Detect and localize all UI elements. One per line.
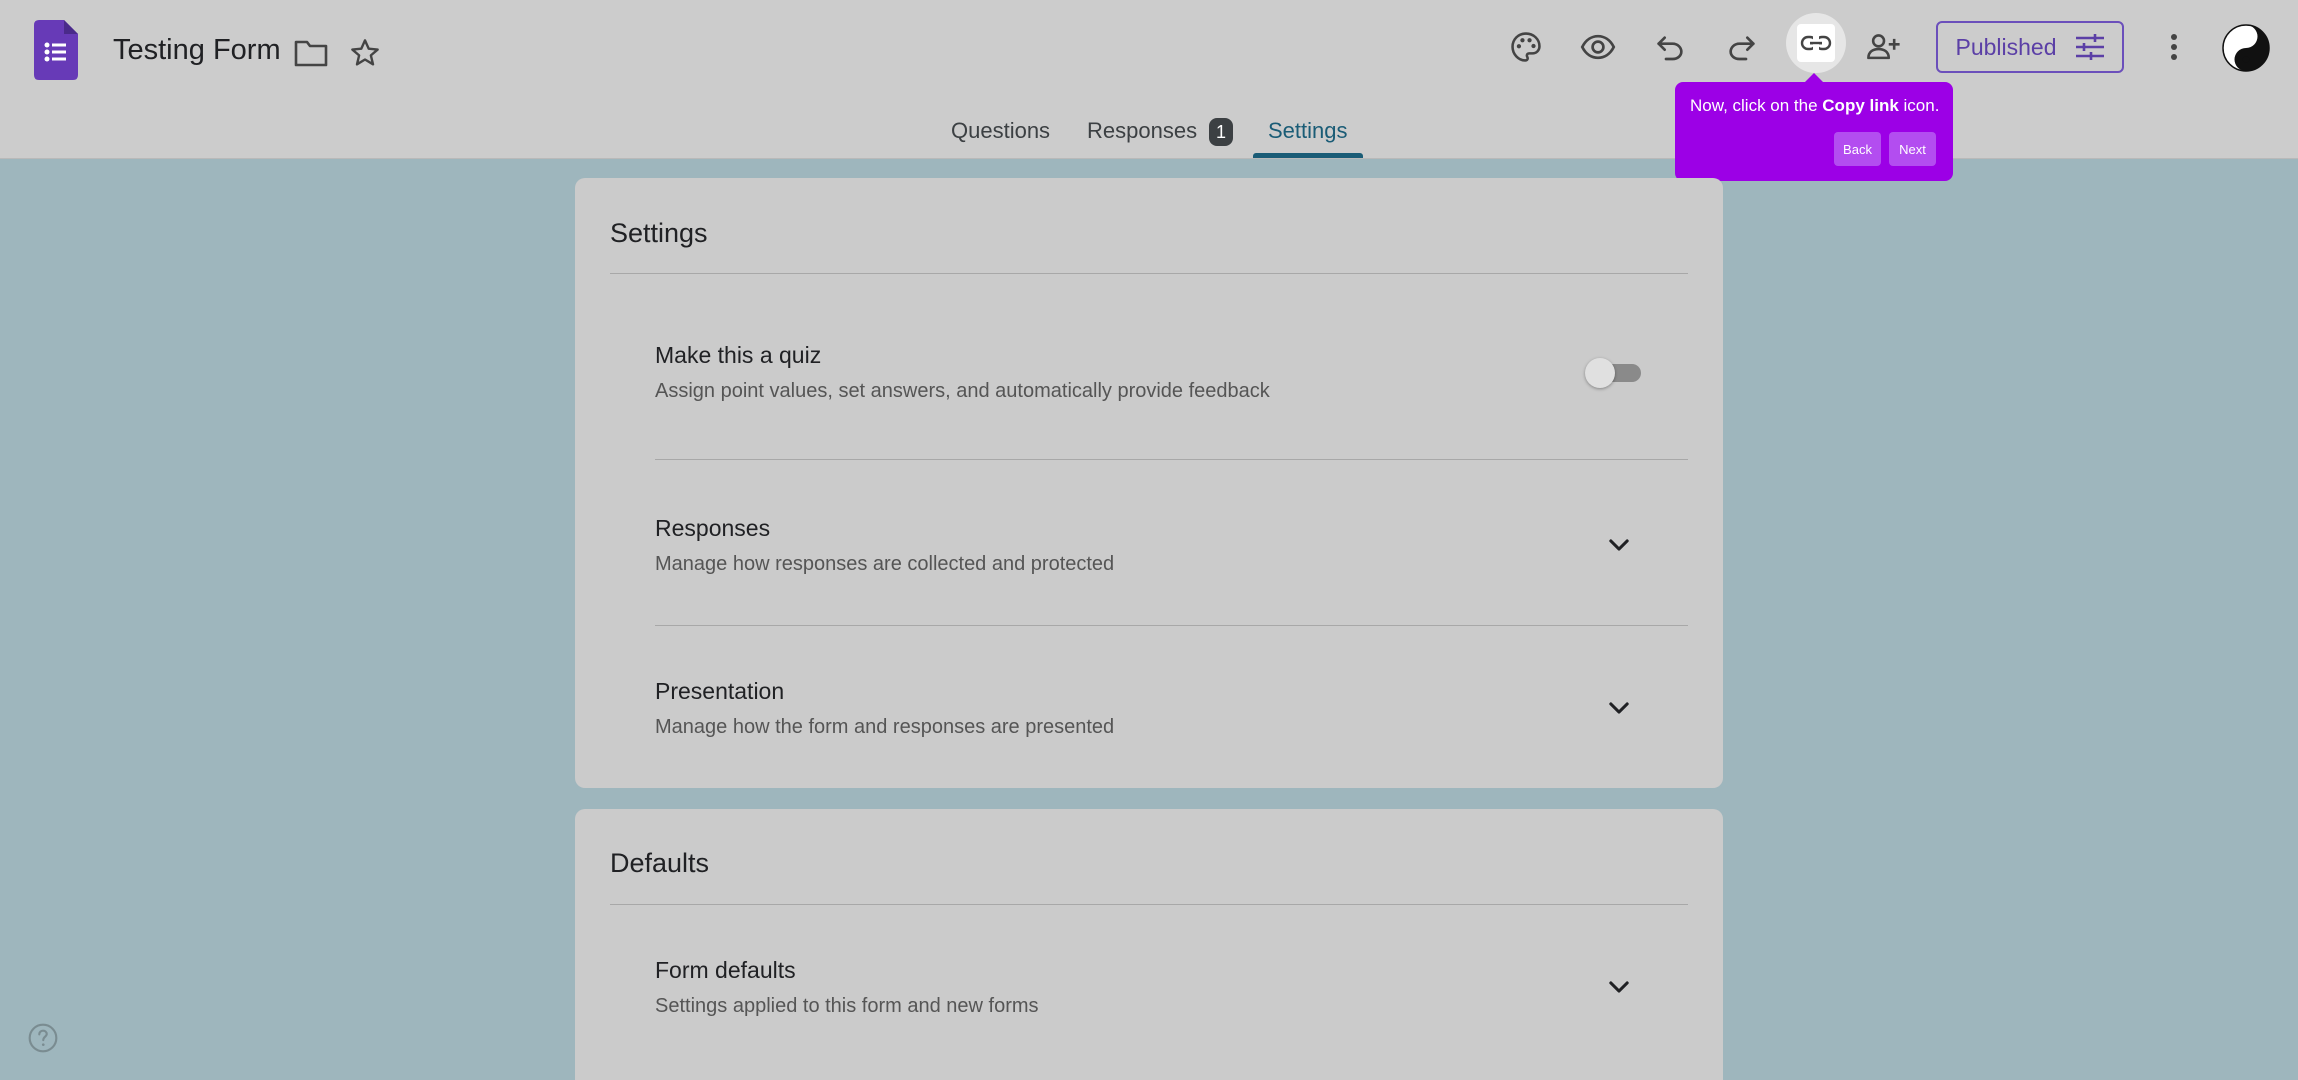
tutorial-tooltip: Now, click on the Copy link icon. Back N… <box>1675 73 1953 181</box>
tab-settings[interactable]: Settings <box>1268 118 1348 144</box>
setting-description: Manage how responses are collected and p… <box>655 553 1115 575</box>
divider <box>655 459 1688 460</box>
settings-card-title: Settings <box>610 218 708 248</box>
setting-title: Presentation <box>655 678 785 704</box>
setting-description: Assign point values, set answers, and au… <box>655 380 1270 402</box>
published-label: Published <box>1955 33 2057 60</box>
tooltip-message: Now, click on the Copy link icon. <box>1690 96 1940 115</box>
tooltip-next-button[interactable]: Next <box>1889 132 1936 166</box>
settings-card: Settings Make this a quiz Assign point v… <box>575 178 1723 788</box>
setting-title: Form defaults <box>655 957 796 983</box>
tab-responses[interactable]: Responses <box>1087 118 1197 144</box>
quiz-toggle[interactable] <box>1585 354 1645 390</box>
more-vert-icon[interactable] <box>2148 21 2200 73</box>
app-header: Testing Form Published Questions Respons… <box>0 0 2298 159</box>
tooltip-back-button[interactable]: Back <box>1834 132 1881 166</box>
tune-icon <box>2075 34 2104 60</box>
help-icon[interactable] <box>27 1022 59 1054</box>
divider <box>610 904 1688 905</box>
setting-title: Make this a quiz <box>655 342 822 368</box>
setting-description: Manage how the form and responses are pr… <box>655 716 1115 738</box>
link-icon[interactable] <box>1786 13 1846 73</box>
chevron-down-icon[interactable] <box>1605 531 1633 559</box>
tab-questions[interactable]: Questions <box>951 118 1050 144</box>
chevron-down-icon[interactable] <box>1605 694 1633 722</box>
form-title[interactable]: Testing Form <box>113 34 281 67</box>
forms-logo-icon[interactable] <box>34 20 78 80</box>
defaults-card-title: Defaults <box>610 848 710 878</box>
responses-count-badge: 1 <box>1209 118 1233 146</box>
divider <box>610 273 1688 274</box>
defaults-card: Defaults Form defaults Settings applied … <box>575 809 1723 1080</box>
palette-icon[interactable] <box>1500 21 1552 73</box>
yin-yang-avatar[interactable] <box>2222 24 2270 72</box>
star-icon[interactable] <box>339 27 391 79</box>
published-button[interactable]: Published <box>1936 21 2124 73</box>
chevron-down-icon[interactable] <box>1605 973 1633 1001</box>
add-person-icon[interactable] <box>1858 21 1910 73</box>
redo-icon[interactable] <box>1716 21 1768 73</box>
setting-description: Settings applied to this form and new fo… <box>655 995 1039 1017</box>
eye-icon[interactable] <box>1572 21 1624 73</box>
active-tab-indicator <box>1253 153 1363 158</box>
setting-title: Responses <box>655 515 771 541</box>
divider <box>655 625 1688 626</box>
undo-icon[interactable] <box>1644 21 1696 73</box>
folder-icon[interactable] <box>285 27 337 79</box>
